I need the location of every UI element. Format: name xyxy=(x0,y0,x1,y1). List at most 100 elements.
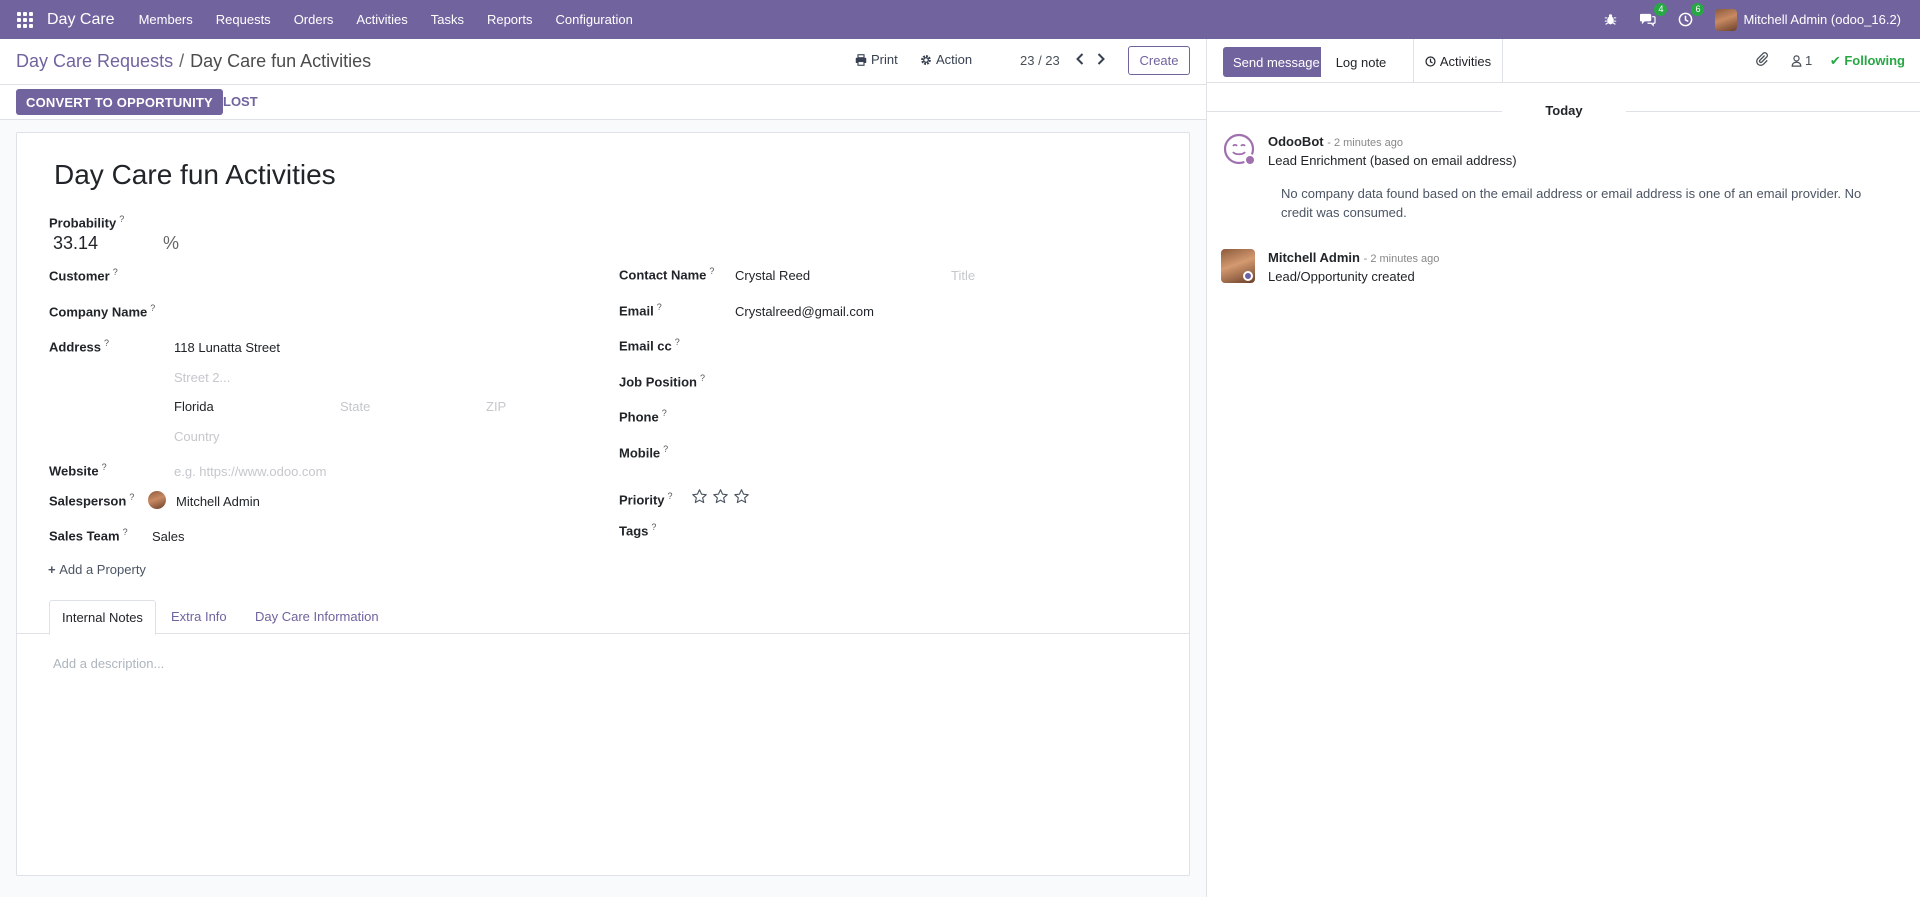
contact-title-input[interactable]: Title xyxy=(951,268,975,283)
help-mark: ? xyxy=(129,492,135,502)
convert-to-opportunity-button[interactable]: CONVERT TO OPPORTUNITY xyxy=(16,89,223,115)
user-name: Mitchell Admin (odoo_16.2) xyxy=(1743,12,1901,27)
activities-button[interactable]: Activities xyxy=(1413,39,1503,83)
nav-activities[interactable]: Activities xyxy=(356,12,407,27)
mobile-label: Mobile? xyxy=(619,444,669,461)
help-mark: ? xyxy=(656,302,662,312)
clock-icon xyxy=(1425,55,1436,67)
help-mark: ? xyxy=(674,337,680,347)
email-cc-input[interactable] xyxy=(735,333,1155,355)
state-input[interactable]: State xyxy=(340,399,370,414)
tab-internal-notes[interactable]: Internal Notes xyxy=(49,600,156,635)
help-mark: ? xyxy=(112,267,118,277)
message-author[interactable]: Mitchell Admin - 2 minutes ago xyxy=(1268,250,1439,265)
nav-orders[interactable]: Orders xyxy=(294,12,334,27)
company-name-input[interactable] xyxy=(173,299,473,321)
control-panel: Day Care Requests / Day Care fun Activitie… xyxy=(0,39,1206,85)
date-separator: Today xyxy=(1207,103,1920,118)
action-button[interactable]: Action xyxy=(920,52,972,67)
nav-requests[interactable]: Requests xyxy=(216,12,271,27)
description-editor[interactable]: Add a description... xyxy=(53,656,164,671)
pager-previous-button[interactable] xyxy=(1072,50,1088,68)
help-mark: ? xyxy=(119,214,125,224)
apps-menu-icon[interactable] xyxy=(17,11,33,28)
help-mark: ? xyxy=(150,303,156,313)
city-input[interactable]: Florida xyxy=(174,399,214,414)
messages-badge: 4 xyxy=(1654,3,1668,16)
messages-icon[interactable]: 4 xyxy=(1639,3,1668,27)
salesperson-input[interactable]: Mitchell Admin xyxy=(176,494,260,509)
chevron-left-icon xyxy=(1076,53,1084,65)
nav-tasks[interactable]: Tasks xyxy=(431,12,464,27)
message-time: - 2 minutes ago xyxy=(1363,253,1440,265)
top-navbar: Day Care Members Requests Orders Activit… xyxy=(0,0,1920,39)
breadcrumb: Day Care Requests / Day Care fun Activitie… xyxy=(16,51,371,72)
nav-configuration[interactable]: Configuration xyxy=(555,12,632,27)
company-name-label: Company Name? xyxy=(49,303,156,320)
message-time: - 2 minutes ago xyxy=(1327,137,1404,149)
customer-label: Customer? xyxy=(49,267,118,284)
breadcrumb-current: Day Care fun Activities xyxy=(190,51,372,71)
help-mark: ? xyxy=(667,491,673,501)
customer-input[interactable] xyxy=(173,263,473,285)
salesperson-label: Salesperson? xyxy=(49,492,135,509)
tags-input[interactable] xyxy=(691,518,1151,540)
sales-team-input[interactable]: Sales xyxy=(152,529,185,544)
tab-day-care-information[interactable]: Day Care Information xyxy=(243,600,391,634)
probability-input[interactable]: 33.14 xyxy=(53,233,98,254)
phone-label: Phone? xyxy=(619,408,667,425)
print-button[interactable]: Print xyxy=(855,52,898,67)
job-position-input[interactable] xyxy=(735,369,1155,391)
message-text: Lead/Opportunity created xyxy=(1268,269,1415,284)
chatter-panel: Send message Log note Activities 1 ✔ Fol… xyxy=(1206,39,1920,897)
message-body: No company data found based on the email… xyxy=(1281,186,1862,220)
help-mark: ? xyxy=(700,373,706,383)
help-mark: ? xyxy=(661,408,667,418)
pager-next-button[interactable] xyxy=(1093,50,1109,68)
action-label: Action xyxy=(936,52,973,67)
attachment-paperclip-icon[interactable] xyxy=(1755,51,1769,70)
lost-button[interactable]: LOST xyxy=(223,94,258,109)
email-input[interactable]: Crystalreed@gmail.com xyxy=(735,304,874,319)
street2-input[interactable]: Street 2... xyxy=(174,370,230,385)
contact-name-label: Contact Name? xyxy=(619,266,715,283)
add-property-button[interactable]: + Add a Property xyxy=(48,562,146,577)
print-icon xyxy=(855,53,867,66)
followers-button[interactable]: 1 xyxy=(1791,53,1812,68)
star-icon[interactable] xyxy=(733,488,750,505)
website-input[interactable]: e.g. https://www.odoo.com xyxy=(174,464,326,479)
send-message-button[interactable]: Send message xyxy=(1223,47,1330,77)
breadcrumb-parent[interactable]: Day Care Requests xyxy=(16,51,173,71)
country-input[interactable]: Country xyxy=(174,429,220,444)
chevron-right-icon xyxy=(1097,53,1105,65)
nav-members[interactable]: Members xyxy=(139,12,193,27)
nav-reports[interactable]: Reports xyxy=(487,12,533,27)
form-sheet: Day Care fun Activities Probability? 33.… xyxy=(16,132,1190,876)
help-mark: ? xyxy=(709,266,715,276)
contact-name-input[interactable]: Crystal Reed xyxy=(735,268,810,283)
street-input[interactable]: 118 Lunatta Street xyxy=(174,340,280,355)
lead-title[interactable]: Day Care fun Activities xyxy=(54,159,336,191)
star-icon[interactable] xyxy=(691,488,708,505)
help-mark: ? xyxy=(101,462,107,472)
zip-input[interactable]: ZIP xyxy=(486,399,506,414)
priority-widget xyxy=(691,488,750,505)
activities-clock-icon[interactable]: 6 xyxy=(1678,3,1705,27)
phone-input[interactable] xyxy=(735,404,1155,426)
debug-bug-icon[interactable] xyxy=(1604,13,1617,26)
job-position-label: Job Position? xyxy=(619,373,706,390)
mobile-input[interactable] xyxy=(735,440,1155,462)
app-brand[interactable]: Day Care xyxy=(47,11,115,29)
star-icon[interactable] xyxy=(712,488,729,505)
pager-value[interactable]: 23 / 23 xyxy=(1020,53,1060,68)
salesperson-avatar xyxy=(148,491,166,509)
create-button[interactable]: Create xyxy=(1128,46,1190,75)
log-note-button[interactable]: Log note xyxy=(1321,47,1401,77)
probability-label: Probability? xyxy=(49,214,125,231)
tab-extra-info[interactable]: Extra Info xyxy=(159,600,239,634)
message-author[interactable]: OdooBot - 2 minutes ago xyxy=(1268,134,1403,149)
following-button[interactable]: ✔ Following xyxy=(1830,53,1905,69)
website-label: Website? xyxy=(49,462,107,479)
gear-icon xyxy=(921,54,931,65)
user-menu[interactable]: Mitchell Admin (odoo_16.2) xyxy=(1715,8,1901,31)
